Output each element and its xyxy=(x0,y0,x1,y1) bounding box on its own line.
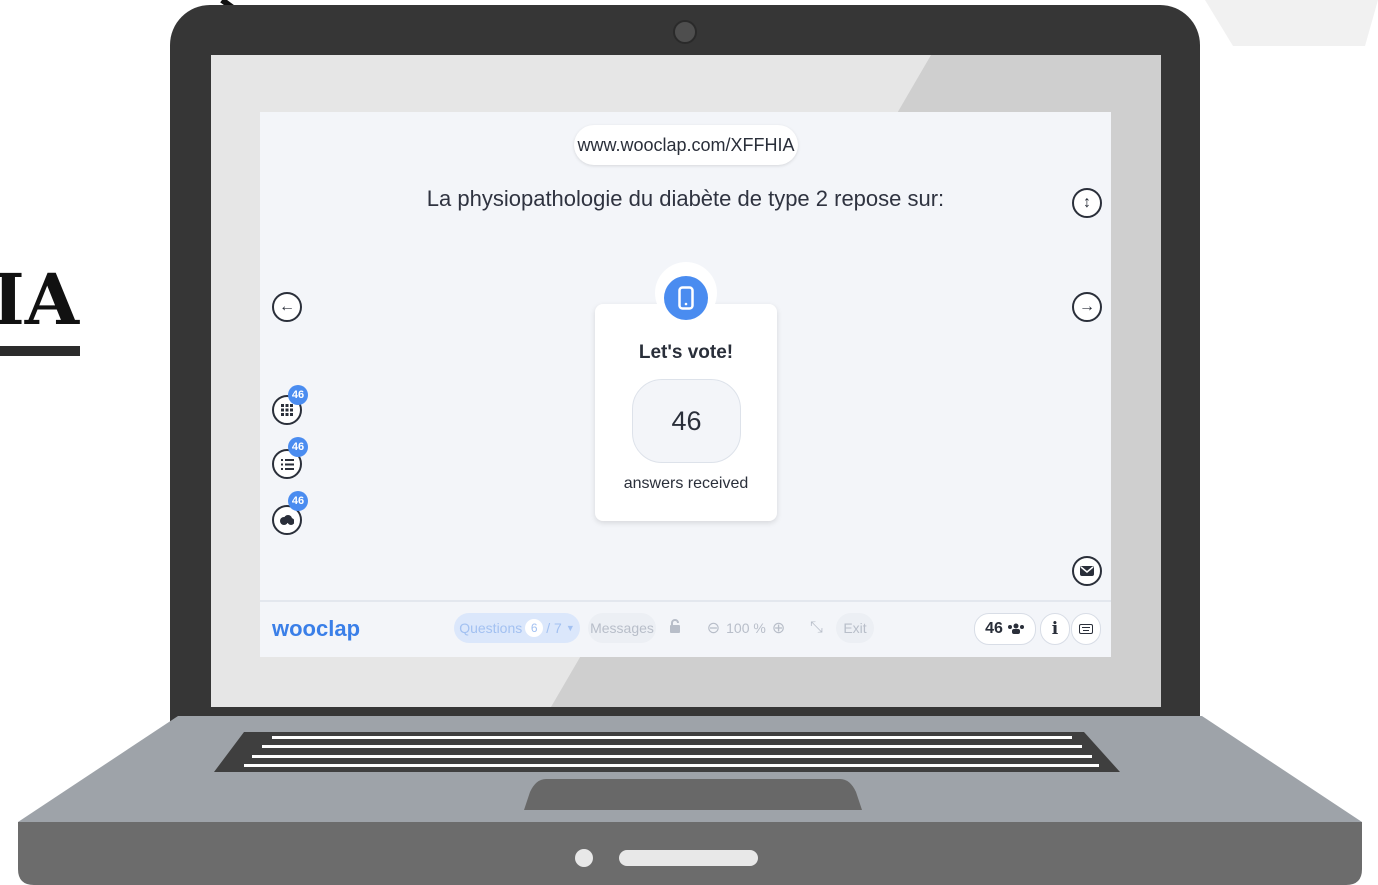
laptop-base xyxy=(18,716,1362,885)
